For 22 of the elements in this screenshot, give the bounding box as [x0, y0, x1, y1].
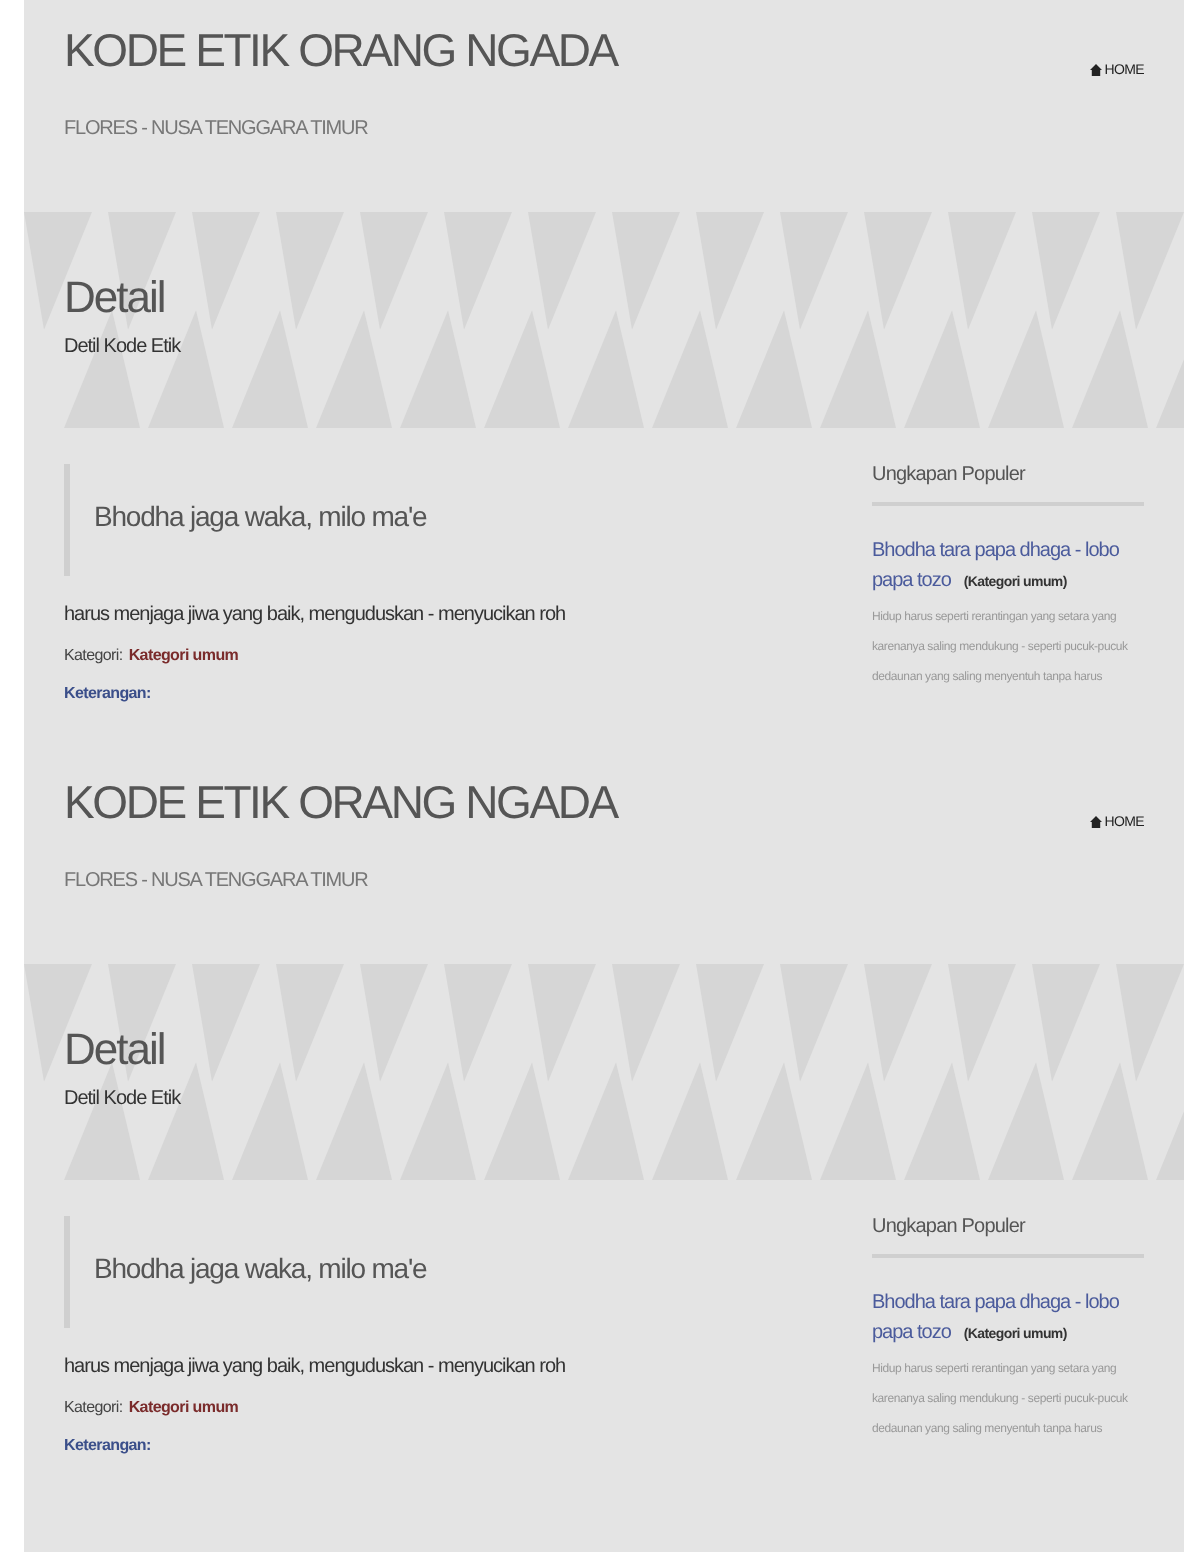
quote-block: Bhodha jaga waka, milo ma'e	[64, 1216, 832, 1328]
page-subheading: Detil Kode Etik	[64, 336, 181, 358]
sidebar-heading: Ungkapan Populer	[872, 1216, 1144, 1258]
home-icon	[1090, 64, 1103, 76]
category-label: Kategori:	[64, 646, 123, 664]
notes-label: Keterangan:	[64, 1436, 151, 1454]
home-icon	[1090, 816, 1103, 828]
page-subheading: Detil Kode Etik	[64, 1088, 181, 1110]
page-heading: Detail	[64, 1024, 165, 1076]
page-heading: Detail	[64, 272, 165, 324]
site-subtitle: FLORES - NUSA TENGGARA TIMUR	[64, 118, 370, 140]
category-link[interactable]: Kategori umum	[128, 1398, 239, 1416]
meaning-text: harus menjaga jiwa yang baik, menguduskan - menyucikan roh	[64, 604, 568, 626]
category-label: Kategori:	[64, 1398, 123, 1416]
notes-label: Keterangan:	[64, 684, 151, 702]
site-title: KODE ETIK ORANG NGADA	[64, 776, 617, 830]
site-title: KODE ETIK ORANG NGADA	[64, 24, 617, 78]
quote-block: Bhodha jaga waka, milo ma'e	[64, 464, 832, 576]
category-link[interactable]: Kategori umum	[128, 646, 239, 664]
meaning-text: harus menjaga jiwa yang baik, menguduskan - menyucikan roh	[64, 1356, 568, 1378]
site-subtitle: FLORES - NUSA TENGGARA TIMUR	[64, 870, 370, 892]
sidebar-heading: Ungkapan Populer	[872, 464, 1144, 506]
